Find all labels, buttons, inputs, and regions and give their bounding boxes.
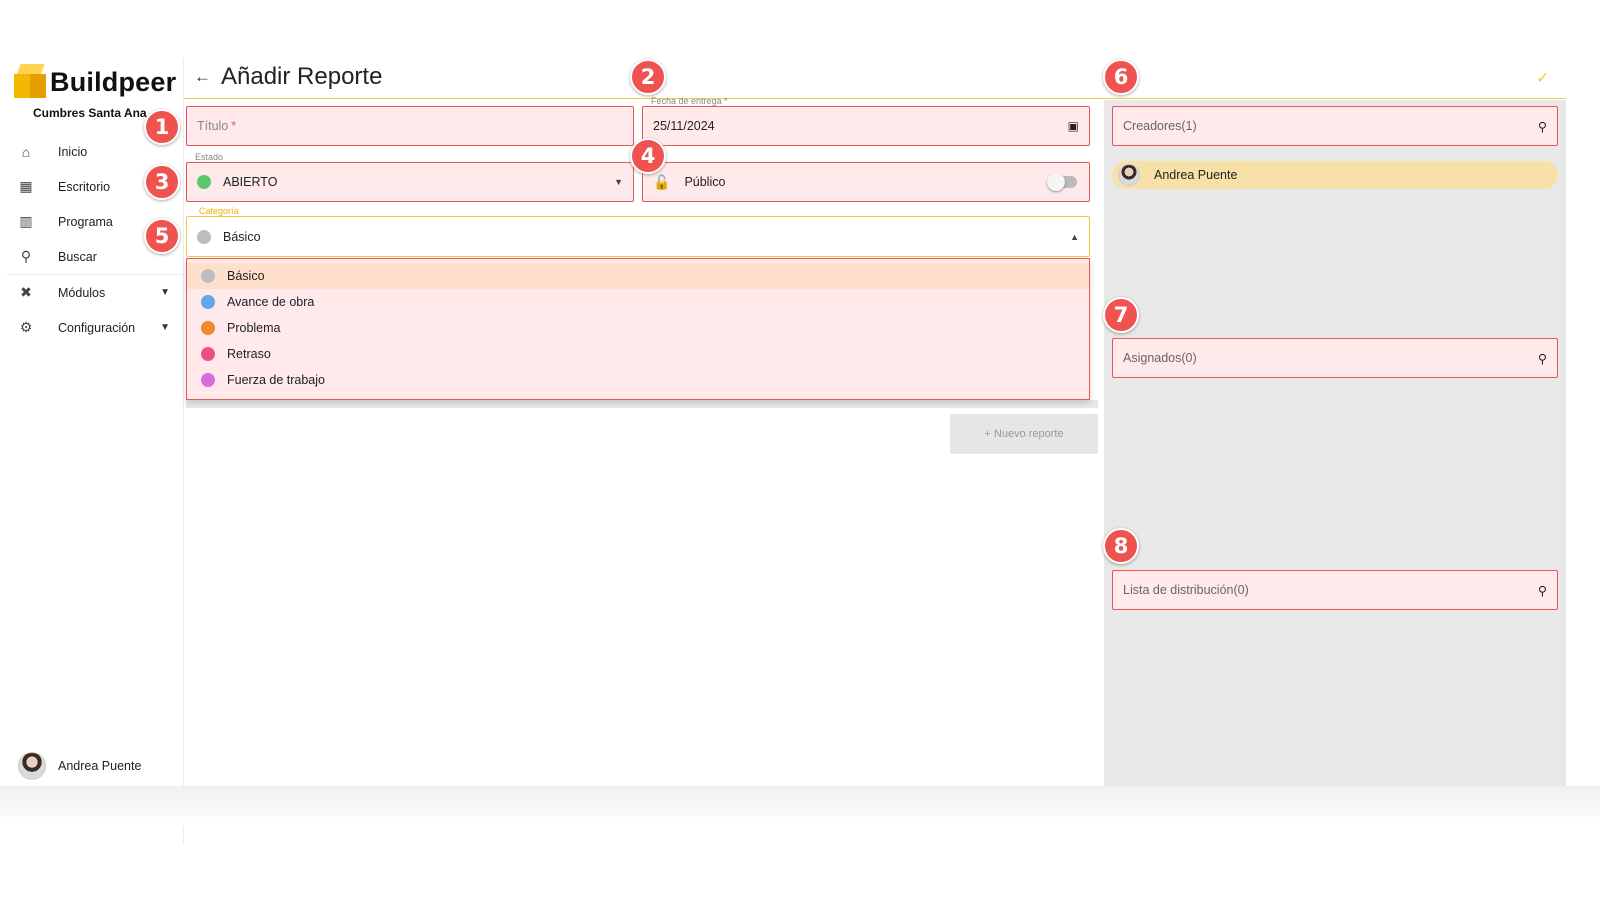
sidebar-item-label: Programa [58,214,113,229]
categoria-value: Básico [223,229,261,244]
page-title: Añadir Reporte [221,63,383,90]
categoria-label: Categoría [195,206,243,216]
dropdown-option-retraso[interactable]: Retraso [187,341,1089,367]
sidebar-item-label: Inicio [58,144,88,159]
project-name: Cumbres Santa Ana [33,106,147,120]
chevron-down-icon: ▼ [160,322,170,333]
dropdown-option-problema[interactable]: Problema [187,315,1089,341]
titulo-input[interactable]: Título * [186,106,634,146]
user-name: Andrea Puente [58,759,142,773]
sidebar-item-configuracion[interactable]: ⚙ Configuración ▼ [6,310,184,345]
marker-7: 7 [1103,297,1139,333]
sidebar-item-label: Módulos [58,285,106,300]
option-label: Fuerza de trabajo [227,373,325,387]
dropdown-option-basico[interactable]: Básico [187,263,1089,289]
marker-4: 4 [630,138,666,174]
categoria-dropdown: Básico Avance de obra Problema Retraso F… [186,258,1090,400]
categoria-dot [197,229,211,244]
marker-1: 1 [144,109,180,145]
page-header: ← Añadir Reporte [194,63,382,91]
header-divider [184,98,1566,99]
option-label: Retraso [227,347,271,361]
distribucion-label: Lista de distribución(0) [1123,583,1249,597]
avatar [18,752,46,780]
search-icon[interactable]: ⚲ [1538,119,1547,134]
caret-down-icon: ▼ [614,177,623,187]
marker-8: 8 [1103,528,1139,564]
option-label: Básico [227,269,265,283]
dropdown-option-fuerza[interactable]: Fuerza de trabajo [187,367,1089,393]
participants-panel: Creadores(1) ⚲ Andrea Puente Asignados(0… [1104,100,1566,786]
publico-toggle-field[interactable]: 🔓 Público [642,162,1090,202]
estado-dot [197,175,211,189]
publico-toggle[interactable] [1047,173,1077,191]
sidebar-item-label: Configuración [58,320,136,335]
fecha-entrega-field[interactable]: Fecha de entrega * 25/11/2024 ▣ [642,96,1090,146]
marker-6: 6 [1103,59,1139,95]
logo[interactable]: Buildpeer [14,64,176,100]
user-profile[interactable]: Andrea Puente [18,752,141,780]
creadores-label: Creadores(1) [1123,119,1197,133]
home-icon: ⌂ [21,143,31,160]
option-dot [201,347,215,361]
check-icon[interactable]: ✓ [1536,68,1549,88]
option-label: Problema [227,321,281,335]
page-floor [0,786,1600,826]
creator-name: Andrea Puente [1154,168,1238,182]
option-dot [201,373,215,387]
categoria-select[interactable]: Categoría Básico ▲ [186,206,1090,257]
brand-name: Buildpeer [50,66,177,97]
asignados-label: Asignados(0) [1123,351,1197,365]
buildpeer-logo-icon [14,64,46,100]
option-dot [201,269,215,283]
estado-label: Estado [195,152,224,162]
back-arrow-icon[interactable]: ← [194,67,211,87]
search-icon[interactable]: ⚲ [1538,583,1547,598]
marker-5: 5 [144,218,180,254]
publico-label: Público [684,175,726,189]
estado-value: ABIERTO [223,175,278,189]
asignados-search[interactable]: Asignados(0) ⚲ [1112,338,1558,378]
chart-icon: ▥ [19,213,33,229]
sidebar-item-modulos[interactable]: ✖ Módulos ▼ [6,275,184,310]
option-dot [201,321,215,335]
estado-select[interactable]: Estado ABIERTO ▼ [186,152,634,202]
background-panel [186,400,1098,408]
distribucion-search[interactable]: Lista de distribución(0) ⚲ [1112,570,1558,610]
search-icon[interactable]: ⚲ [1538,351,1547,366]
settings-icon: ⚙ [19,319,33,335]
marker-3: 3 [144,164,180,200]
calendar-icon[interactable]: ▣ [1068,119,1079,133]
chevron-down-icon: ▼ [160,287,170,298]
fecha-value: 25/11/2024 [653,119,715,133]
creadores-search[interactable]: Creadores(1) ⚲ [1112,106,1558,146]
dropdown-option-avance[interactable]: Avance de obra [187,289,1089,315]
avatar [1118,164,1140,186]
search-icon: ⚲ [20,248,32,264]
creator-chip[interactable]: Andrea Puente [1112,161,1558,189]
nuevo-reporte-button[interactable]: + Nuevo reporte [950,414,1098,454]
marker-2: 2 [630,59,666,95]
lock-icon: 🔓 [653,173,671,190]
app-window: Buildpeer Cumbres Santa Ana ⌂ Inicio ▦ E… [6,58,1600,844]
required-mark: * [231,119,237,133]
grid-icon: ▦ [19,178,33,194]
sidebar-item-label: Escritorio [58,179,111,194]
caret-up-icon: ▲ [1070,231,1079,242]
titulo-placeholder: Título [197,119,229,133]
option-dot [201,295,215,309]
sidebar-item-label: Buscar [58,249,97,264]
tools-icon: ✖ [20,284,32,300]
option-label: Avance de obra [227,295,315,309]
fecha-label: Fecha de entrega * [651,96,728,106]
